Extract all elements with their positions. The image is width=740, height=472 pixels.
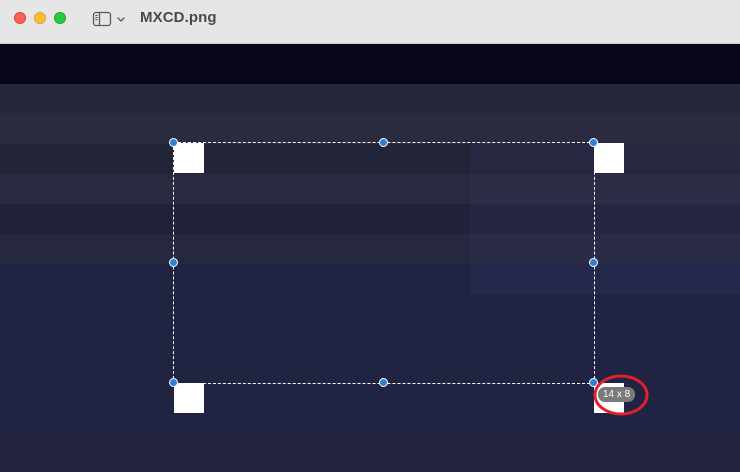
sidebar-toggle-icon: [92, 11, 112, 27]
selection-handle-middle-right[interactable]: [589, 258, 598, 267]
selection-handle-top-right[interactable]: [589, 138, 598, 147]
chevron-down-icon: [117, 17, 125, 22]
selection-handle-top-left[interactable]: [169, 138, 178, 147]
image-canvas[interactable]: 14 x 8: [0, 44, 740, 472]
window-title: MXCD.png: [140, 9, 217, 26]
selection-handle-bottom-left[interactable]: [169, 378, 178, 387]
selection-handle-top-center[interactable]: [379, 138, 388, 147]
title-bar: MXCD.png: [0, 0, 740, 44]
sidebar-toggle-button[interactable]: [92, 9, 128, 29]
image-band: [0, 84, 740, 114]
annotation-circle: [593, 374, 649, 416]
close-window-button[interactable]: [14, 12, 26, 24]
white-square-bottom-left: [174, 383, 204, 413]
image-band: [0, 44, 740, 84]
image-band: [0, 114, 740, 144]
zoom-window-button[interactable]: [54, 12, 66, 24]
minimize-window-button[interactable]: [34, 12, 46, 24]
white-square-top-right: [594, 143, 624, 173]
selection-handle-middle-left[interactable]: [169, 258, 178, 267]
selection-handle-bottom-center[interactable]: [379, 378, 388, 387]
selection-rectangle[interactable]: [173, 142, 595, 384]
